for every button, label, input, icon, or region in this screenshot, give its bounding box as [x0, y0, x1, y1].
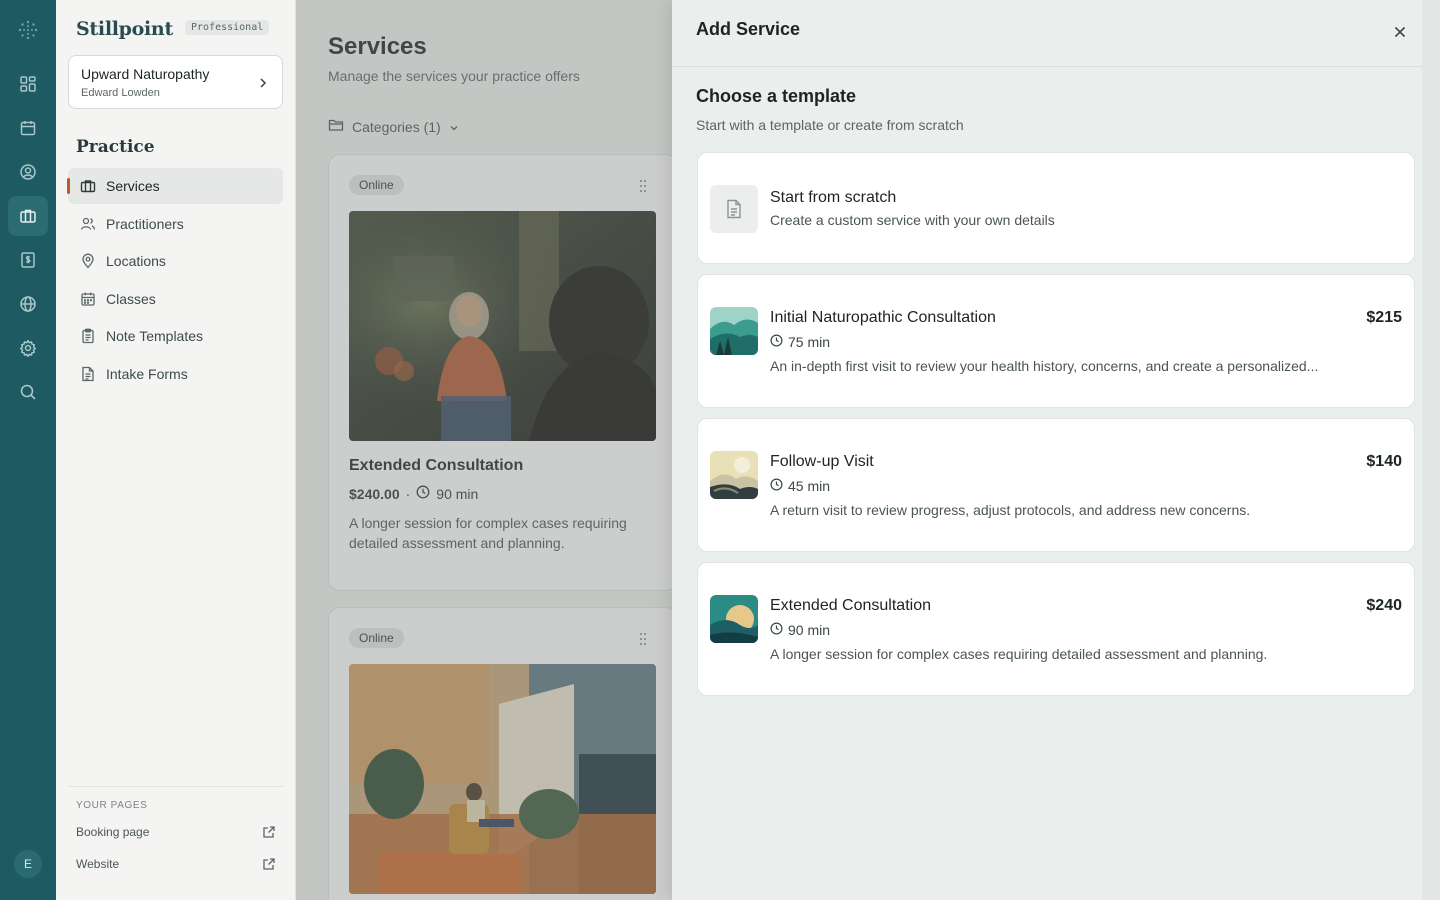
users-icon	[80, 216, 96, 232]
map-pin-icon	[80, 253, 96, 269]
dashboard-icon[interactable]	[8, 64, 48, 104]
briefcase-icon	[80, 178, 96, 194]
website-label: Website	[76, 857, 120, 871]
template-description: An in-depth first visit to review your h…	[770, 358, 1319, 374]
briefcase-icon[interactable]	[8, 196, 48, 236]
search-icon[interactable]	[8, 372, 48, 412]
sidebar-item-label: Services	[106, 178, 160, 194]
divider	[68, 786, 283, 787]
template-duration-row: 75 min	[770, 334, 830, 350]
app-logo-icon[interactable]	[16, 18, 40, 42]
sidebar: Stillpoint Professional Upward Naturopat…	[56, 0, 296, 900]
template-duration-row: 90 min	[770, 622, 830, 638]
sidebar-item-label: Note Templates	[106, 328, 204, 344]
close-button[interactable]	[1390, 24, 1410, 44]
website-link[interactable]: Website	[76, 857, 276, 874]
practice-name: Upward Naturopathy	[81, 66, 210, 82]
external-link-icon	[262, 857, 276, 874]
sidebar-section-title: Practice	[76, 137, 155, 157]
clock-icon	[770, 622, 783, 638]
template-thumbnail	[710, 307, 758, 355]
template-duration: 45 min	[788, 478, 831, 494]
calendar-icon	[80, 291, 96, 307]
practice-user: Edward Lowden	[81, 87, 160, 99]
calendar-icon[interactable]	[8, 108, 48, 148]
document-icon	[710, 185, 758, 233]
sidebar-item-label: Locations	[106, 253, 166, 269]
booking-page-link[interactable]: Booking page	[76, 825, 276, 842]
template-price: $215	[1366, 309, 1402, 326]
scratch-subtitle: Create a custom service with your own de…	[770, 212, 1055, 228]
clipboard-icon	[80, 328, 96, 344]
template-option[interactable]: Extended Consultation $240 90 min A long…	[697, 562, 1415, 696]
template-name: Follow-up Visit	[770, 453, 874, 470]
start-from-scratch-option[interactable]: Start from scratch Create a custom servi…	[697, 152, 1415, 264]
sidebar-item-locations[interactable]: Locations	[68, 243, 283, 279]
template-thumbnail	[710, 595, 758, 643]
template-section-title: Choose a template	[696, 86, 857, 106]
template-section-subtitle: Start with a template or create from scr…	[696, 117, 964, 133]
template-duration: 75 min	[788, 334, 831, 350]
plan-badge: Professional	[185, 20, 270, 35]
sidebar-item-intake-forms[interactable]: Intake Forms	[68, 356, 283, 392]
template-thumbnail	[710, 451, 758, 499]
drawer-title: Add Service	[696, 19, 801, 39]
file-text-icon	[80, 366, 96, 382]
sidebar-item-classes[interactable]: Classes	[68, 281, 283, 317]
drawer-scrollbar[interactable]	[1422, 0, 1440, 900]
template-description: A longer session for complex cases requi…	[770, 646, 1268, 662]
sidebar-item-practitioners[interactable]: Practitioners	[68, 206, 283, 242]
sidebar-item-note-templates[interactable]: Note Templates	[68, 318, 283, 354]
template-option[interactable]: Initial Naturopathic Consultation $215 7…	[697, 274, 1415, 408]
sidebar-item-services[interactable]: Services	[67, 168, 283, 204]
brand-name: Stillpoint	[76, 18, 173, 40]
billing-icon[interactable]	[8, 240, 48, 280]
drawer-header: Add Service	[672, 0, 1440, 67]
template-duration-row: 45 min	[770, 478, 830, 494]
template-duration: 90 min	[788, 622, 831, 638]
close-icon	[1394, 25, 1406, 43]
clock-icon	[770, 334, 783, 350]
sidebar-item-label: Intake Forms	[106, 366, 188, 382]
booking-page-label: Booking page	[76, 825, 150, 839]
chevron-right-icon	[258, 76, 268, 94]
template-name: Initial Naturopathic Consultation	[770, 309, 996, 326]
external-link-icon	[262, 825, 276, 842]
sidebar-item-label: Practitioners	[106, 216, 184, 232]
template-option[interactable]: Follow-up Visit $140 45 min A return vis…	[697, 418, 1415, 552]
globe-icon[interactable]	[8, 284, 48, 324]
gear-icon[interactable]	[8, 328, 48, 368]
add-service-drawer: Add Service Choose a template Start with…	[672, 0, 1440, 900]
icon-rail: E	[0, 0, 56, 900]
clock-icon	[770, 478, 783, 494]
user-avatar[interactable]: E	[14, 850, 42, 878]
template-description: A return visit to review progress, adjus…	[770, 502, 1251, 518]
your-pages-label: YOUR PAGES	[76, 800, 148, 811]
scratch-title: Start from scratch	[770, 189, 897, 206]
template-price: $140	[1366, 453, 1402, 470]
template-name: Extended Consultation	[770, 597, 931, 614]
sidebar-item-label: Classes	[106, 291, 156, 307]
user-circle-icon[interactable]	[8, 152, 48, 192]
template-price: $240	[1366, 597, 1402, 614]
practice-switcher[interactable]: Upward Naturopathy Edward Lowden	[68, 55, 283, 109]
